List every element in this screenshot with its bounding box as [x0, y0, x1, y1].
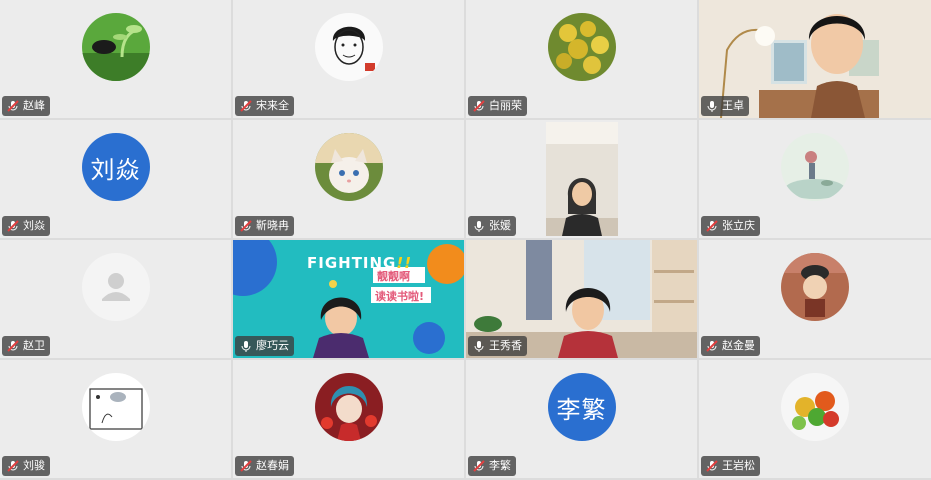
mic-muted-icon — [239, 99, 253, 113]
participant-name: 靳晓冉 — [256, 219, 289, 232]
name-tag: 赵卫 — [2, 336, 50, 356]
participant-name: 张媛 — [489, 219, 511, 232]
participant-name: 王秀香 — [489, 339, 522, 352]
participant-tile[interactable]: 赵峰 — [0, 0, 231, 118]
participant-tile[interactable]: 赵春娟 — [233, 360, 464, 478]
participant-name: 白丽荣 — [489, 99, 522, 112]
name-tag: 白丽荣 — [468, 96, 527, 116]
name-tag: 赵峰 — [2, 96, 50, 116]
mic-icon — [705, 99, 719, 113]
avatar — [547, 13, 616, 81]
participant-tile[interactable]: 李繁 李繁 — [466, 360, 697, 478]
participant-name: 刘骏 — [23, 459, 45, 472]
mic-icon — [472, 219, 486, 233]
participant-name: 赵卫 — [23, 339, 45, 352]
participant-tile[interactable]: 刘焱 刘焱 — [0, 120, 231, 238]
text-avatar: 李繁 — [547, 373, 616, 441]
participant-tile[interactable]: 张媛 — [466, 120, 697, 238]
avatar — [81, 373, 150, 441]
name-tag: 王秀香 — [468, 336, 527, 356]
avatar — [81, 13, 150, 81]
participant-tile[interactable]: 张立庆 — [699, 120, 931, 238]
participant-name: 宋来全 — [256, 99, 289, 112]
name-tag: 王卓 — [701, 96, 749, 116]
video-grid: 赵峰 宋来全 白丽荣 王卓 刘焱 刘焱 靳晓冉 张媛 张立庆 赵卫 FIGHTI… — [0, 0, 931, 480]
mic-muted-icon — [6, 99, 20, 113]
name-tag: 王岩松 — [701, 456, 760, 476]
participant-tile[interactable]: 赵卫 — [0, 240, 231, 358]
avatar — [781, 133, 849, 201]
banner-text-2: 读读书啦! — [375, 290, 425, 303]
participant-name: 廖巧云 — [256, 339, 289, 352]
mic-muted-icon — [239, 219, 253, 233]
name-tag: 刘焱 — [2, 216, 50, 236]
avatar — [314, 133, 383, 201]
avatar — [781, 373, 849, 441]
mic-muted-icon — [472, 459, 486, 473]
default-avatar — [81, 253, 150, 321]
name-tag: 靳晓冉 — [235, 216, 294, 236]
mic-muted-icon — [6, 219, 20, 233]
text-avatar: 刘焱 — [81, 133, 150, 201]
avatar — [314, 13, 383, 81]
participant-tile[interactable]: 宋来全 — [233, 0, 464, 118]
mic-muted-icon — [6, 339, 20, 353]
mic-muted-icon — [239, 459, 253, 473]
mic-muted-icon — [705, 219, 719, 233]
mic-icon — [472, 339, 486, 353]
participant-tile[interactable]: 王秀香 — [466, 240, 697, 358]
participant-name: 王卓 — [722, 99, 744, 112]
name-tag: 张立庆 — [701, 216, 760, 236]
participant-tile[interactable]: 白丽荣 — [466, 0, 697, 118]
name-tag: 宋来全 — [235, 96, 294, 116]
name-tag: 张媛 — [468, 216, 516, 236]
banner-text-1: 靓靓啊 — [377, 270, 410, 283]
name-tag: 刘骏 — [2, 456, 50, 476]
participant-name: 李繁 — [489, 459, 511, 472]
participant-name: 赵峰 — [23, 99, 45, 112]
mic-muted-icon — [705, 459, 719, 473]
participant-tile[interactable]: FIGHTING!! 靓靓啊 读读书啦! 廖巧云 — [233, 240, 464, 358]
name-tag: 廖巧云 — [235, 336, 294, 356]
mic-icon — [239, 339, 253, 353]
video-feed — [546, 122, 618, 236]
name-tag: 赵金曼 — [701, 336, 760, 356]
mic-muted-icon — [6, 459, 20, 473]
mic-muted-icon — [705, 339, 719, 353]
name-tag: 李繁 — [468, 456, 516, 476]
participant-name: 王岩松 — [722, 459, 755, 472]
participant-tile[interactable]: 刘骏 — [0, 360, 231, 478]
avatar — [781, 253, 849, 321]
participant-name: 赵金曼 — [722, 339, 755, 352]
participant-name: 赵春娟 — [256, 459, 289, 472]
participant-tile[interactable]: 王岩松 — [699, 360, 931, 478]
participant-name: 张立庆 — [722, 219, 755, 232]
avatar — [314, 373, 383, 441]
participant-name: 刘焱 — [23, 219, 45, 232]
participant-tile[interactable]: 靳晓冉 — [233, 120, 464, 238]
participant-tile[interactable]: 赵金曼 — [699, 240, 931, 358]
participant-tile-active-speaker[interactable]: 王卓 — [699, 0, 931, 118]
mic-muted-icon — [472, 99, 486, 113]
name-tag: 赵春娟 — [235, 456, 294, 476]
